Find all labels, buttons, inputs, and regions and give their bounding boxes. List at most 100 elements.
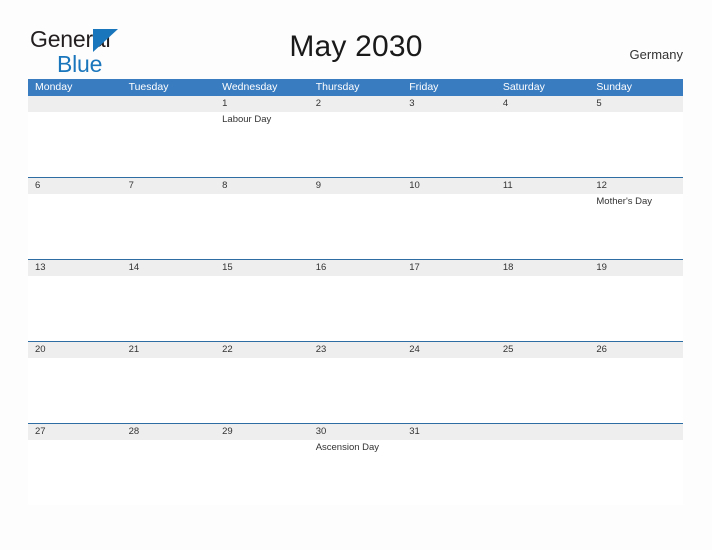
- event-cell[interactable]: [122, 112, 216, 176]
- day-number: 10: [409, 180, 420, 191]
- day-number: 1: [222, 98, 228, 109]
- weekday-header-monday: Monday: [35, 81, 73, 93]
- event-label: Ascension Day: [315, 442, 380, 453]
- event-cell[interactable]: [402, 194, 496, 258]
- day-cell[interactable]: 21: [122, 342, 216, 358]
- day-cell[interactable]: 14: [122, 260, 216, 276]
- weekday-header-friday: Friday: [409, 81, 439, 93]
- day-cell[interactable]: 8: [215, 178, 309, 194]
- event-cell[interactable]: Mother's Day: [589, 194, 683, 258]
- day-cell[interactable]: 26: [589, 342, 683, 358]
- weekday-header-wednesday: Wednesday: [222, 81, 278, 93]
- weekday-header-saturday: Saturday: [502, 81, 545, 93]
- event-cell[interactable]: [402, 276, 496, 340]
- day-cell[interactable]: 31: [402, 424, 496, 440]
- day-number: 19: [596, 262, 607, 273]
- day-cell[interactable]: 3: [402, 96, 496, 112]
- event-cell[interactable]: [496, 358, 590, 422]
- day-cell[interactable]: 10: [402, 178, 496, 194]
- day-cell[interactable]: 17: [402, 260, 496, 276]
- week-event-band: [28, 276, 683, 340]
- event-cell[interactable]: [589, 440, 683, 504]
- event-cell[interactable]: [215, 194, 309, 258]
- event-cell[interactable]: [215, 440, 309, 504]
- event-cell[interactable]: [122, 440, 216, 504]
- event-cell[interactable]: [122, 194, 216, 258]
- event-cell[interactable]: [215, 358, 309, 422]
- day-cell[interactable]: [122, 96, 216, 112]
- page-title: May 2030: [289, 30, 423, 63]
- event-cell[interactable]: [496, 440, 590, 504]
- day-cell[interactable]: 9: [309, 178, 403, 194]
- event-cell[interactable]: [122, 358, 216, 422]
- day-number: 16: [315, 262, 327, 273]
- event-cell[interactable]: [215, 276, 309, 340]
- day-cell[interactable]: 19: [589, 260, 683, 276]
- day-cell[interactable]: 5: [589, 96, 683, 112]
- day-cell[interactable]: 1: [215, 96, 309, 112]
- day-number: 11: [502, 180, 513, 191]
- event-cell[interactable]: [28, 358, 122, 422]
- day-cell[interactable]: [28, 96, 122, 112]
- weekday-header-tuesday: Tuesday: [128, 81, 169, 93]
- event-cell[interactable]: [589, 276, 683, 340]
- day-cell[interactable]: 16: [309, 260, 403, 276]
- day-cell[interactable]: 2: [309, 96, 403, 112]
- week-date-band: 6 7 8 9 10 11 12: [28, 178, 683, 194]
- day-cell[interactable]: 29: [215, 424, 309, 440]
- day-cell[interactable]: 25: [496, 342, 590, 358]
- day-number: 27: [35, 426, 46, 437]
- event-cell[interactable]: [309, 276, 403, 340]
- event-cell[interactable]: [309, 194, 403, 258]
- event-cell[interactable]: [496, 194, 590, 258]
- calendar-grid: Monday Tuesday Wednesday Thursday Friday…: [28, 79, 683, 505]
- week-row: 20 21 22 23 24 25 26: [28, 341, 683, 423]
- week-row: 1 2 3 4 5 Labour Day: [28, 96, 683, 177]
- event-cell[interactable]: [309, 358, 403, 422]
- event-cell[interactable]: Ascension Day: [309, 440, 403, 504]
- country-label: Germany: [629, 47, 683, 62]
- event-cell[interactable]: [28, 276, 122, 340]
- weekday-header-thursday: Thursday: [315, 81, 360, 93]
- day-cell[interactable]: 24: [402, 342, 496, 358]
- day-number: 23: [315, 344, 327, 355]
- day-cell[interactable]: 11: [496, 178, 590, 194]
- day-cell[interactable]: [496, 424, 590, 440]
- event-cell[interactable]: [309, 112, 403, 176]
- event-cell[interactable]: [28, 194, 122, 258]
- event-cell[interactable]: [28, 440, 122, 504]
- event-cell[interactable]: [589, 358, 683, 422]
- day-number: 24: [409, 344, 420, 355]
- day-cell[interactable]: 4: [496, 96, 590, 112]
- day-number: 17: [409, 262, 420, 273]
- day-cell[interactable]: 7: [122, 178, 216, 194]
- day-number: 29: [222, 426, 233, 437]
- day-number: 5: [596, 98, 602, 109]
- day-cell[interactable]: 13: [28, 260, 122, 276]
- day-number: 3: [409, 98, 415, 109]
- event-cell[interactable]: [496, 276, 590, 340]
- day-number: 31: [409, 426, 420, 437]
- day-cell[interactable]: [589, 424, 683, 440]
- day-cell[interactable]: 6: [28, 178, 122, 194]
- day-cell[interactable]: 22: [215, 342, 309, 358]
- event-cell[interactable]: [496, 112, 590, 176]
- event-cell[interactable]: [402, 358, 496, 422]
- day-cell[interactable]: 20: [28, 342, 122, 358]
- day-number: 12: [596, 180, 607, 191]
- day-cell[interactable]: 18: [496, 260, 590, 276]
- event-cell[interactable]: [589, 112, 683, 176]
- event-label: Labour Day: [222, 114, 272, 125]
- day-cell[interactable]: 27: [28, 424, 122, 440]
- event-cell[interactable]: [402, 440, 496, 504]
- day-cell[interactable]: 23: [309, 342, 403, 358]
- day-cell[interactable]: 28: [122, 424, 216, 440]
- week-date-band: 13 14 15 16 17 18 19: [28, 260, 683, 276]
- event-cell[interactable]: [122, 276, 216, 340]
- day-cell[interactable]: 15: [215, 260, 309, 276]
- event-cell[interactable]: [402, 112, 496, 176]
- event-cell[interactable]: [28, 112, 122, 176]
- day-cell[interactable]: 30: [309, 424, 403, 440]
- day-cell[interactable]: 12: [589, 178, 683, 194]
- event-cell[interactable]: Labour Day: [215, 112, 309, 176]
